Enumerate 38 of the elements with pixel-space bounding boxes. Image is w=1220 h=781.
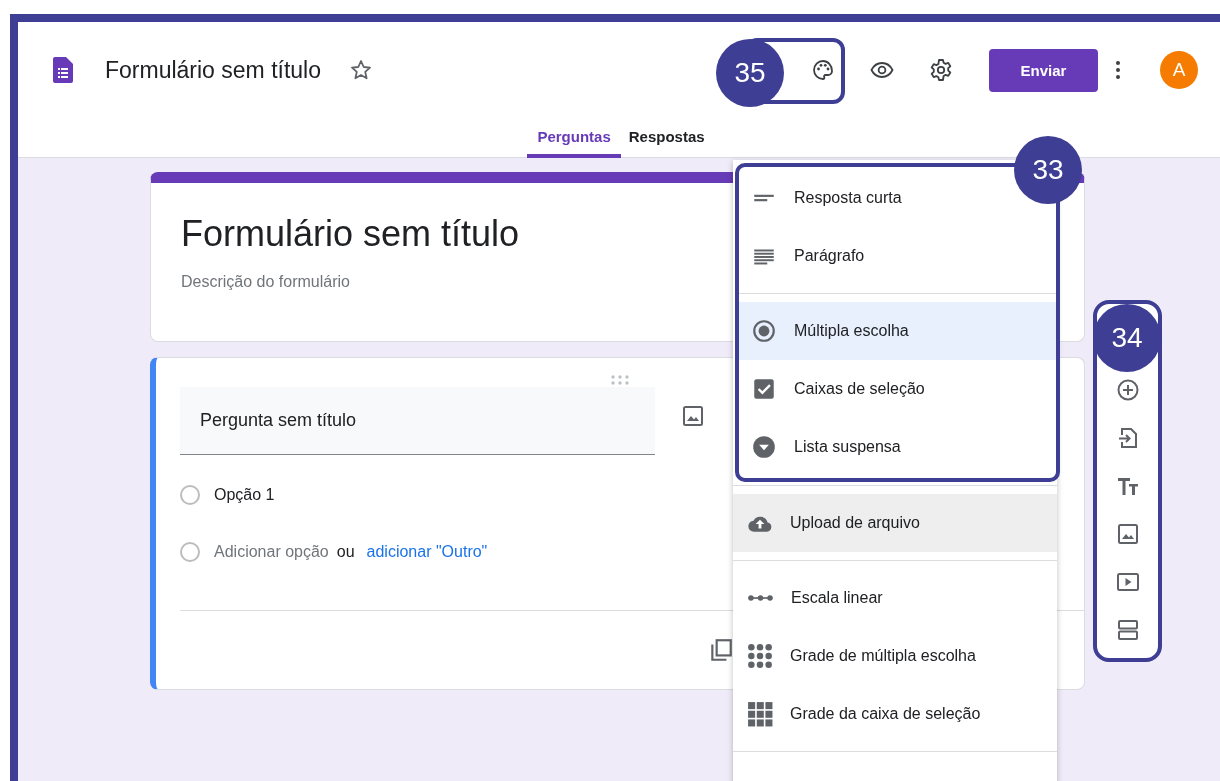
linear-scale-icon (748, 595, 773, 601)
question-title-field[interactable]: Pergunta sem título (180, 387, 655, 455)
menu-item[interactable]: Resposta curta (739, 169, 1012, 227)
star-icon[interactable] (349, 58, 373, 82)
drag-handle-icon[interactable] (610, 374, 630, 386)
document-title[interactable]: Formulário sem título (105, 56, 321, 84)
radio-button[interactable] (180, 484, 200, 505)
menu-item[interactable]: Grade de múltipla escolha (733, 627, 1057, 685)
video-icon[interactable] (1115, 570, 1140, 594)
description-field[interactable]: Descrição do formulário (181, 273, 481, 291)
callout-badge: 35 (716, 39, 784, 107)
menu-item[interactable]: Upload de arquivo (733, 494, 1057, 552)
dot-grid-icon (747, 643, 773, 669)
or-text: ou (336, 542, 355, 561)
section-icon[interactable] (1115, 618, 1140, 642)
dropdown-icon (751, 434, 777, 460)
form-icon (53, 57, 73, 83)
add-option-text[interactable]: Adicionar opção (214, 542, 329, 561)
send-button[interactable]: Enviar (989, 48, 1098, 92)
image-icon[interactable] (1115, 522, 1140, 546)
tab[interactable]: Respostas (618, 118, 715, 158)
add-circle-icon[interactable] (1115, 378, 1140, 402)
option-label[interactable]: Opção 1 (214, 485, 275, 504)
checkbox-icon (751, 376, 777, 402)
menu-item[interactable]: Caixas de seleção (739, 360, 1056, 418)
tab[interactable]: Perguntas (527, 118, 621, 158)
menu-item[interactable]: Grade da caixa de seleção (733, 685, 1057, 743)
menu-item[interactable]: Múltipla escolha (739, 302, 1056, 360)
add-other-link[interactable]: adicionar "Outro" (366, 542, 488, 561)
menu-item[interactable]: Escala linear (733, 569, 1057, 627)
palette-icon[interactable] (811, 58, 835, 82)
menu-item[interactable]: Parágrafo (739, 227, 1056, 285)
radio-icon (751, 318, 777, 344)
menu-item[interactable]: Lista suspensa (739, 418, 1056, 476)
square-grid-icon (747, 701, 773, 727)
image-icon[interactable] (681, 404, 705, 428)
copy-icon[interactable] (708, 637, 734, 663)
settings-icon[interactable] (929, 58, 953, 82)
